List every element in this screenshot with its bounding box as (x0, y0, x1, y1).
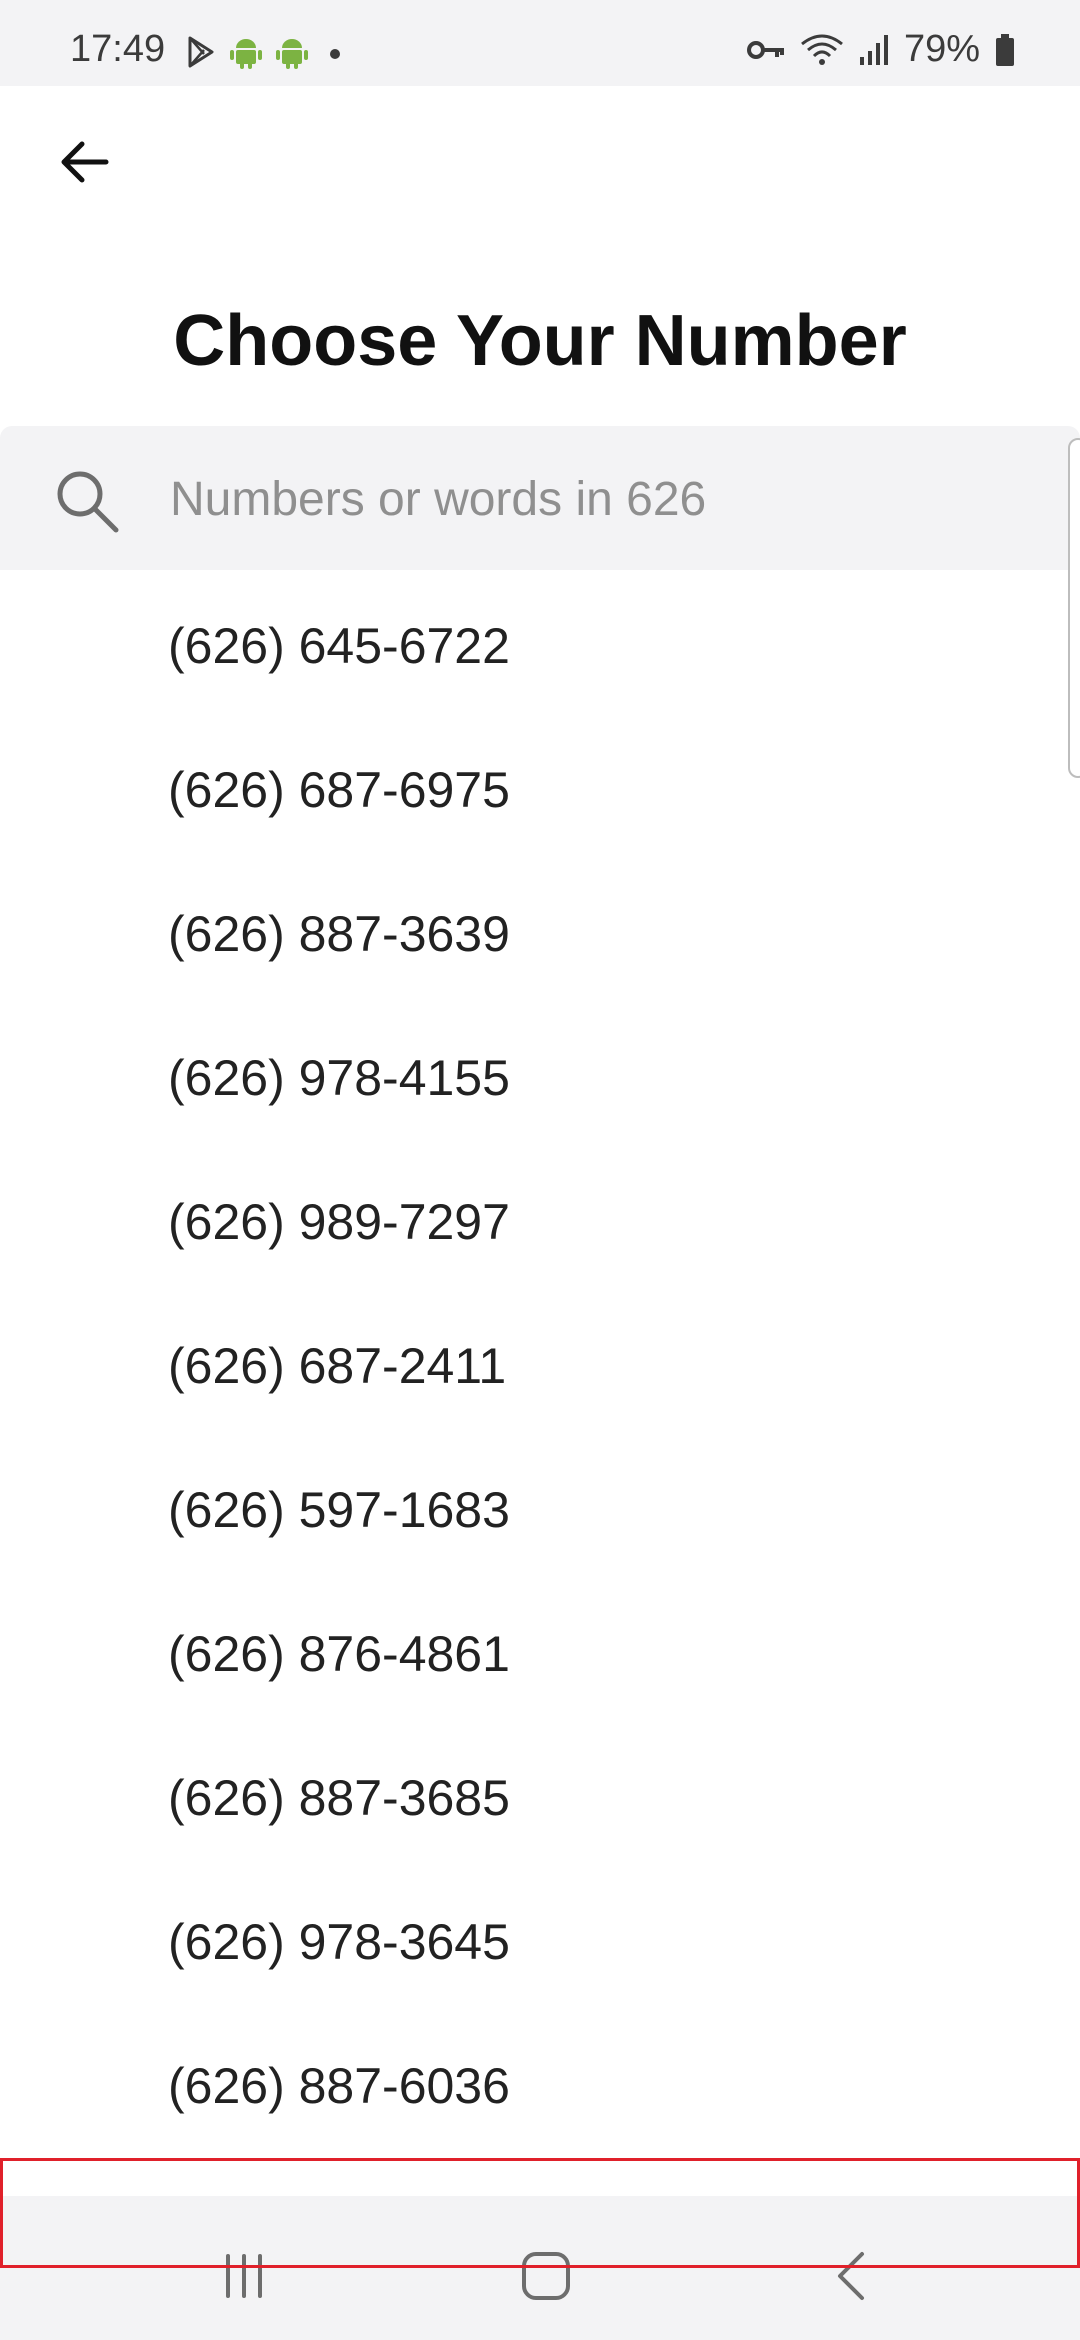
number-item[interactable]: (626) 645-6722 (0, 574, 1080, 718)
number-item[interactable]: (626) 887-6036 (0, 2014, 1080, 2158)
signal-icon (859, 34, 888, 65)
arrow-left-icon (61, 141, 109, 183)
number-item[interactable]: (626) 687-2411 (0, 1294, 1080, 1438)
battery-percent: 79% (903, 28, 980, 70)
number-item[interactable]: (626) 876-4861 (0, 1582, 1080, 1726)
search-icon (57, 471, 119, 533)
back-icon (838, 2252, 864, 2300)
system-icons: 79% (746, 28, 1016, 71)
android-icon (276, 39, 308, 69)
back-button[interactable] (40, 118, 128, 206)
number-item[interactable]: (626) 597-1683 (0, 1438, 1080, 1582)
recents-button[interactable] (204, 2236, 284, 2316)
status-bar: 17:49 79% (0, 0, 1080, 86)
search-bar[interactable] (0, 426, 1080, 570)
number-item[interactable]: (626) 989-7297 (0, 1150, 1080, 1294)
home-icon (522, 2252, 570, 2300)
vpn-key-icon (746, 40, 784, 59)
page-title: Choose Your Number (173, 301, 907, 381)
status-time: 17:49 (70, 28, 166, 70)
recents-icon (226, 2254, 262, 2298)
number-item[interactable]: (626) 687-6975 (0, 718, 1080, 862)
system-back-button[interactable] (812, 2236, 892, 2316)
number-list: (626) 645-6722 (626) 687-6975 (626) 887-… (0, 574, 1080, 2158)
number-item[interactable]: (626) 978-4155 (0, 1006, 1080, 1150)
android-icon (230, 39, 262, 69)
play-store-icon (188, 36, 214, 68)
number-item[interactable]: (626) 978-3645 (0, 1870, 1080, 2014)
search-input[interactable] (168, 462, 1032, 536)
home-button[interactable] (506, 2236, 586, 2316)
dot-icon (330, 49, 340, 59)
number-item[interactable]: (626) 887-3685 (0, 1726, 1080, 1870)
number-item[interactable]: (626) 887-3639 (0, 862, 1080, 1006)
wifi-icon (801, 34, 843, 65)
notification-icons (182, 34, 350, 70)
battery-icon (996, 33, 1014, 66)
